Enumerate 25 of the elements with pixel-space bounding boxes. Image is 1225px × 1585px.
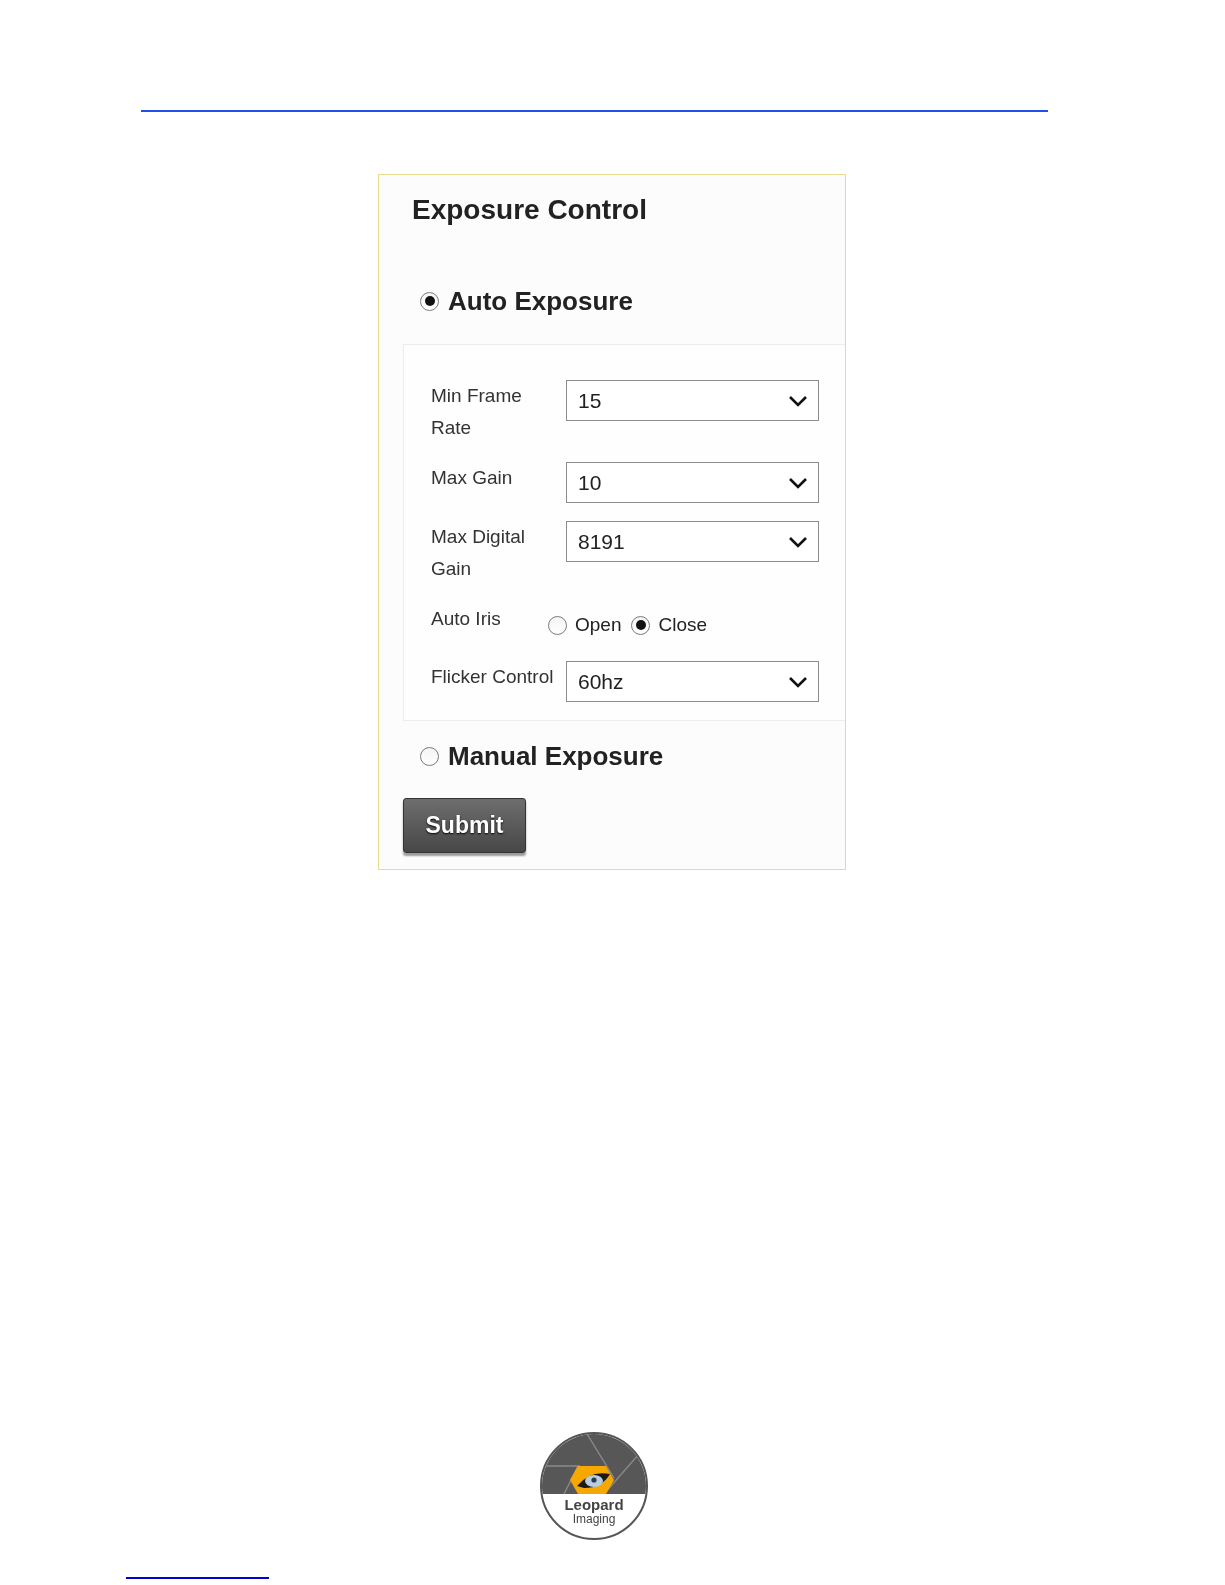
caret-icon [788, 394, 808, 407]
radio-button[interactable] [548, 615, 567, 635]
option-label: Open [575, 614, 622, 636]
panel-title: Exposure Control [412, 193, 647, 227]
caret-icon [788, 476, 808, 489]
mode-label: Auto Exposure [448, 285, 633, 318]
radio-button[interactable] [420, 746, 439, 766]
logo-subtitle: Imaging [572, 1513, 616, 1526]
dropdown[interactable]: 60hz [566, 661, 819, 702]
caret-icon [788, 675, 808, 688]
option-label: Close [658, 614, 708, 636]
dropdown[interactable]: 15 [566, 380, 819, 421]
setting-label: Max Digital Gain [431, 525, 526, 581]
setting-label: Max Gain [431, 466, 513, 490]
caret-icon [788, 535, 808, 548]
setting-label: Flicker Control [431, 665, 554, 689]
submit-button[interactable]: Submit [403, 798, 526, 853]
setting-label: Auto Iris [431, 607, 501, 631]
setting-label: Min Frame Rate [431, 384, 523, 440]
radio-button[interactable] [631, 615, 651, 635]
radio-button[interactable] [420, 291, 439, 311]
dropdown[interactable]: 10 [566, 462, 819, 503]
logo-text: Leopard [564, 1496, 624, 1513]
mode-label: Manual Exposure [448, 740, 664, 773]
dropdown[interactable]: 8191 [566, 521, 819, 562]
